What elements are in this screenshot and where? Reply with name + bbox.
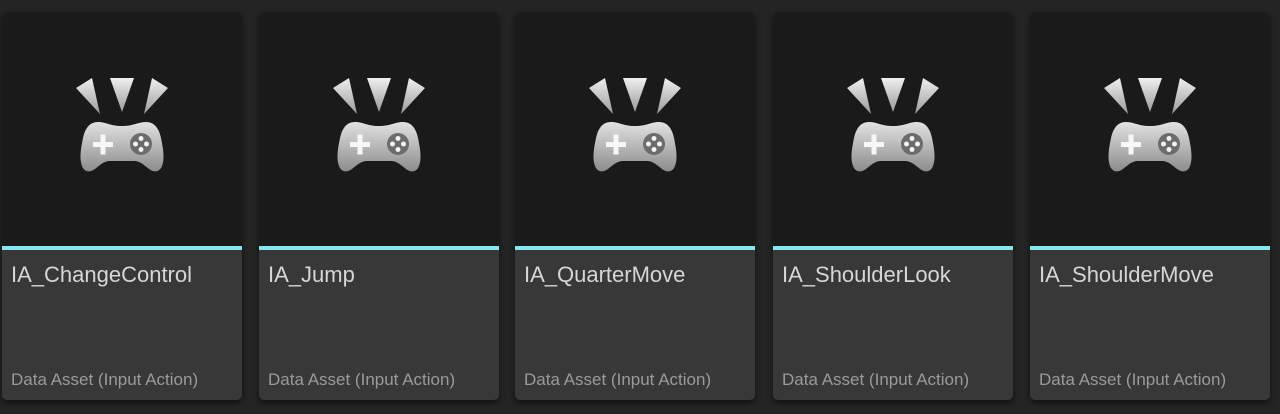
asset-tile[interactable]: IA_ShoulderMove Data Asset (Input Action… <box>1030 12 1270 400</box>
asset-grid: IA_ChangeControl Data Asset (Input Actio… <box>0 0 1280 414</box>
gamepad-icon <box>333 78 425 178</box>
asset-tile[interactable]: IA_QuarterMove Data Asset (Input Action) <box>515 12 755 400</box>
asset-type-color-bar <box>1030 246 1270 250</box>
asset-type-label: Data Asset (Input Action) <box>782 370 970 389</box>
asset-tile[interactable]: IA_ShoulderLook Data Asset (Input Action… <box>773 12 1013 400</box>
asset-name: IA_ChangeControl <box>11 262 193 287</box>
asset-thumbnail <box>259 12 499 246</box>
asset-name: IA_Jump <box>268 262 355 287</box>
asset-tile[interactable]: IA_ChangeControl Data Asset (Input Actio… <box>2 12 242 400</box>
gamepad-icon <box>1104 78 1196 178</box>
gamepad-icon <box>847 78 939 178</box>
asset-type-color-bar <box>515 246 755 250</box>
asset-type-color-bar <box>773 246 1013 250</box>
asset-thumbnail <box>773 12 1013 246</box>
gamepad-icon <box>589 78 681 178</box>
asset-thumbnail <box>1030 12 1270 246</box>
asset-type-label: Data Asset (Input Action) <box>1039 370 1227 389</box>
asset-name: IA_ShoulderLook <box>782 262 951 287</box>
asset-thumbnail <box>2 12 242 246</box>
asset-type-label: Data Asset (Input Action) <box>11 370 199 389</box>
asset-name: IA_QuarterMove <box>524 262 686 287</box>
asset-type-label: Data Asset (Input Action) <box>524 370 712 389</box>
asset-name: IA_ShoulderMove <box>1039 262 1214 287</box>
asset-type-label: Data Asset (Input Action) <box>268 370 456 389</box>
asset-type-color-bar <box>2 246 242 250</box>
asset-type-color-bar <box>259 246 499 250</box>
asset-thumbnail <box>515 12 755 246</box>
gamepad-icon <box>76 78 168 178</box>
asset-tile[interactable]: IA_Jump Data Asset (Input Action) <box>259 12 499 400</box>
